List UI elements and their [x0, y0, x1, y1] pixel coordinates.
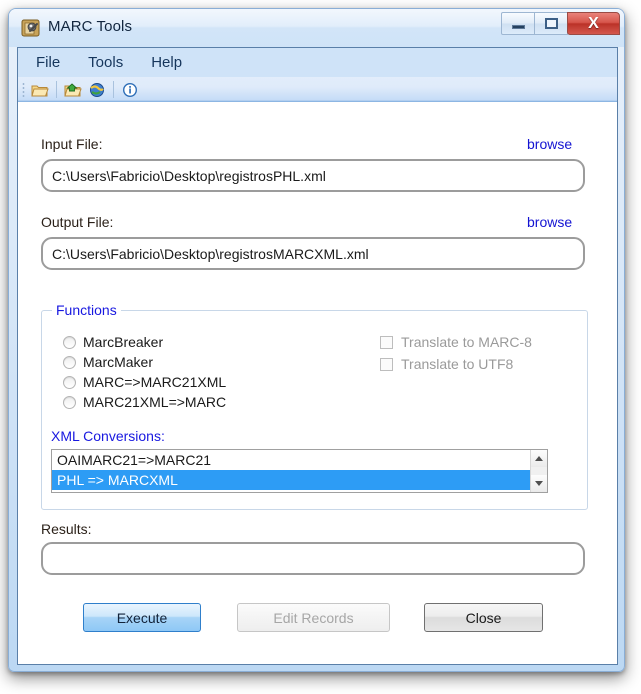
radio-marcbreaker[interactable]: MarcBreaker: [63, 334, 163, 350]
radio-marc21xml-to-marc[interactable]: MARC21XML=>MARC: [63, 394, 226, 410]
save-folder-icon[interactable]: [62, 80, 84, 100]
checkbox-translate-marc8-label: Translate to MARC-8: [401, 334, 532, 350]
toolbar-grip[interactable]: [22, 82, 25, 97]
radio-button-icon: [63, 395, 76, 409]
chevron-up-icon: [535, 456, 543, 461]
radio-marcmaker[interactable]: MarcMaker: [63, 354, 153, 370]
menu-item-tools[interactable]: Tools: [78, 52, 133, 73]
output-file-field[interactable]: C:\Users\Fabricio\Desktop\registrosMARCX…: [41, 237, 585, 270]
scroll-up-button[interactable]: [531, 450, 547, 467]
minimize-button[interactable]: [501, 12, 535, 35]
window-title: MARC Tools: [48, 18, 133, 35]
radio-button-icon: [63, 355, 76, 369]
close-button-main[interactable]: Close: [424, 603, 543, 632]
results-field[interactable]: [41, 542, 585, 575]
edit-records-button: Edit Records: [237, 603, 390, 632]
listbox-scrollbar[interactable]: [530, 450, 547, 492]
input-file-label: Input File:: [41, 136, 103, 152]
close-button[interactable]: X: [567, 12, 620, 35]
list-item[interactable]: PHL => MARCXML: [52, 470, 547, 490]
functions-legend: Functions: [52, 302, 121, 318]
xml-conversions-listbox[interactable]: OAIMARC21=>MARC21 PHL => MARCXML: [51, 449, 548, 493]
input-file-browse-link[interactable]: browse: [527, 136, 572, 152]
chevron-down-icon: [535, 481, 543, 486]
marc-tools-app-icon: [21, 18, 41, 38]
toolbar-separator: [56, 81, 57, 98]
menu-item-file[interactable]: File: [26, 52, 70, 73]
checkbox-icon: [380, 357, 393, 371]
execute-button[interactable]: Execute: [83, 603, 201, 632]
checkbox-translate-utf8[interactable]: Translate to UTF8: [380, 356, 513, 372]
xml-conversions-title: XML Conversions:: [51, 428, 165, 444]
menu-item-help[interactable]: Help: [141, 52, 192, 73]
title-bar: MARC Tools X: [9, 9, 624, 47]
results-label: Results:: [41, 521, 92, 537]
checkbox-icon: [380, 335, 393, 349]
globe-icon[interactable]: [86, 80, 108, 100]
minimize-icon: [511, 24, 525, 29]
application-window: MARC Tools X File Tools Help Input File:…: [8, 8, 625, 672]
open-folder-icon[interactable]: [29, 80, 51, 100]
radio-marcbreaker-label: MarcBreaker: [83, 334, 164, 350]
output-file-browse-link[interactable]: browse: [527, 214, 572, 230]
output-file-label: Output File:: [41, 214, 114, 230]
client-area: File Tools Help Input File: browse C:\Us…: [17, 47, 618, 665]
radio-marcmaker-label: MarcMaker: [83, 354, 154, 370]
info-icon[interactable]: [119, 80, 141, 100]
radio-marc-to-marc21xml[interactable]: MARC=>MARC21XML: [63, 374, 226, 390]
checkbox-translate-marc8[interactable]: Translate to MARC-8: [380, 334, 532, 350]
radio-button-icon: [63, 335, 76, 349]
list-item[interactable]: OAIMARC21=>MARC21: [52, 450, 547, 470]
radio-marc-to-marc21xml-label: MARC=>MARC21XML: [83, 374, 227, 390]
toolbar: [18, 77, 617, 102]
form-content: Input File: browse C:\Users\Fabricio\Des…: [18, 102, 617, 664]
input-file-field[interactable]: C:\Users\Fabricio\Desktop\registrosPHL.x…: [41, 159, 585, 192]
menu-bar: File Tools Help: [18, 48, 617, 77]
scroll-down-button[interactable]: [531, 475, 547, 492]
toolbar-separator: [113, 81, 114, 98]
close-icon: X: [588, 14, 599, 32]
radio-marc21xml-to-marc-label: MARC21XML=>MARC: [83, 394, 227, 410]
checkbox-translate-utf8-label: Translate to UTF8: [401, 356, 514, 372]
maximize-icon: [544, 18, 558, 29]
maximize-button[interactable]: [534, 12, 568, 35]
window-controls: X: [501, 12, 620, 36]
radio-button-icon: [63, 375, 76, 389]
